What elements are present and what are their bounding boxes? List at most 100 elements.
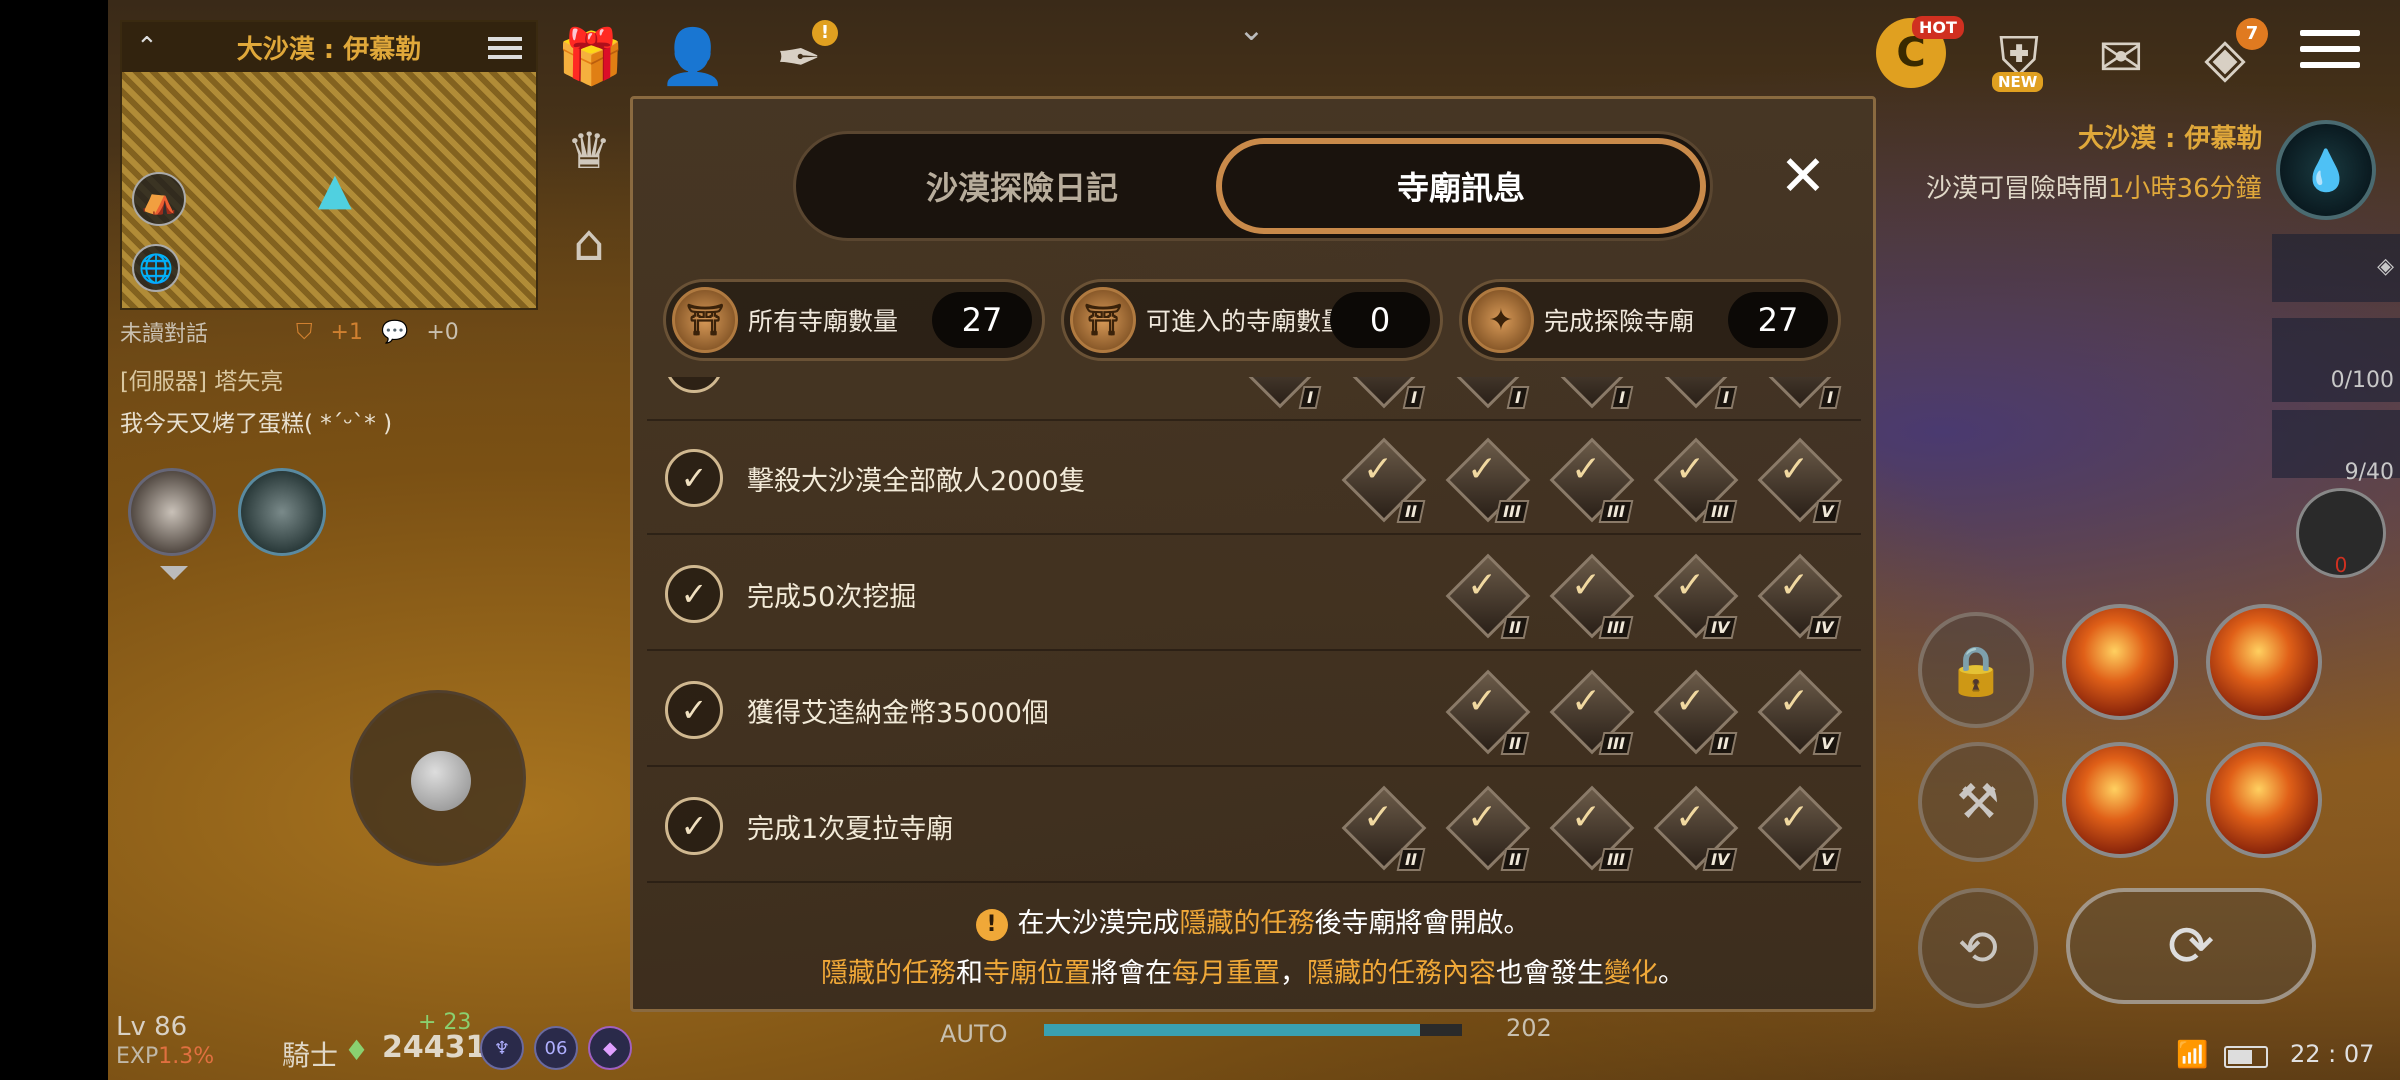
temple-notice: ! 在大沙漠完成隱藏的任務後寺廟將會開啟。 隱藏的任務和寺廟位置將會在每月重置，隱… bbox=[633, 899, 1873, 999]
notice-line-1: ! 在大沙漠完成隱藏的任務後寺廟將會開啟。 bbox=[633, 899, 1873, 949]
mount-icon[interactable]: ⛺ bbox=[132, 172, 186, 226]
notice-text: 和 bbox=[956, 958, 983, 989]
swap-button[interactable]: ⟲ bbox=[1918, 888, 2038, 1008]
skill-button-4[interactable] bbox=[2206, 742, 2322, 858]
home-icon[interactable]: ⌂ bbox=[552, 214, 626, 288]
reward-badge[interactable]: ✓ III bbox=[1545, 433, 1639, 527]
tier-label: I bbox=[1818, 386, 1842, 409]
gift-icon[interactable]: 🎁 bbox=[552, 18, 630, 96]
reward-badge[interactable]: ✓ III bbox=[1441, 433, 1535, 527]
check-icon: ✓ bbox=[1363, 449, 1394, 490]
tracker-toggle[interactable]: ◈ bbox=[2272, 234, 2400, 302]
list-item: ✓ ✓I ✓I ✓I ✓I ✓I ✓I bbox=[647, 377, 1861, 421]
tier-label: III bbox=[1702, 500, 1738, 523]
tier-label: I bbox=[1506, 386, 1530, 409]
combat-power-icon: ♦ bbox=[344, 1034, 370, 1067]
reward-badge[interactable]: ✓I bbox=[1233, 377, 1327, 413]
check-icon: ✓ bbox=[1779, 565, 1810, 606]
reward-badge[interactable]: ✓ V bbox=[1753, 665, 1847, 759]
temple-quest-list[interactable]: ✓ ✓I✓I✓I✓I✓I✓I ✓ 擊殺大沙漠全部敵人2000隻 ✓II✓III✓… bbox=[647, 377, 1861, 885]
check-icon: ✓ bbox=[665, 565, 723, 623]
reward-badge[interactable]: ✓ III bbox=[1545, 549, 1639, 643]
reward-badge[interactable]: ✓ V bbox=[1753, 433, 1847, 527]
water-drop-icon[interactable]: 💧 bbox=[2276, 120, 2376, 220]
check-icon: ✓ bbox=[1675, 681, 1706, 722]
quest-text: 獲得艾逵納金幣35000個 bbox=[747, 698, 1049, 729]
letterbox-left bbox=[0, 0, 108, 1080]
lock-icon: 🔒 bbox=[1946, 642, 2006, 699]
check-icon: ✓ bbox=[1675, 565, 1706, 606]
check-icon: ✓ bbox=[1467, 681, 1498, 722]
crown-icon[interactable]: ♛ bbox=[552, 122, 626, 196]
class-name: 騎士 bbox=[282, 1039, 339, 1072]
minimap[interactable]: ⌃ 大沙漠 : 伊慕勒 ⛺ 🌐 ▲ bbox=[120, 20, 538, 310]
item-slot[interactable]: 0 bbox=[2296, 488, 2386, 578]
joystick-knob[interactable] bbox=[411, 751, 471, 811]
panel-tabs: 沙漠探險日記 寺廟訊息 bbox=[793, 131, 1713, 241]
reward-badge[interactable]: ✓ II bbox=[1337, 433, 1431, 527]
list-icon[interactable] bbox=[488, 32, 522, 62]
virtual-joystick[interactable] bbox=[350, 690, 526, 866]
chevron-down-icon[interactable] bbox=[160, 566, 188, 580]
reward-badge[interactable]: ✓ III bbox=[1545, 781, 1639, 875]
tier-label: II bbox=[1500, 616, 1530, 639]
character-icon[interactable]: 👤 bbox=[654, 18, 732, 96]
minimap-header: ⌃ 大沙漠 : 伊慕勒 bbox=[122, 22, 536, 72]
weapon-swap-button[interactable]: ⚒ bbox=[1918, 742, 2038, 862]
chevron-down-icon[interactable]: ⌄ bbox=[1238, 10, 1265, 48]
reward-badge[interactable]: ✓I bbox=[1441, 377, 1535, 413]
reward-badge[interactable]: ✓ II bbox=[1337, 781, 1431, 875]
tab-temple-info[interactable]: 寺廟訊息 bbox=[1216, 138, 1706, 234]
skill-button-3[interactable] bbox=[2062, 742, 2178, 858]
combat-power-delta: + 23 bbox=[418, 1010, 472, 1035]
auto-label[interactable]: AUTO bbox=[940, 1020, 1008, 1048]
buff-icon[interactable]: ◆ bbox=[588, 1026, 632, 1070]
pet-portrait[interactable] bbox=[238, 468, 326, 556]
tracker-kills[interactable]: 0/100 bbox=[2272, 318, 2400, 402]
reward-badge[interactable]: ✓ IV bbox=[1649, 781, 1743, 875]
reward-badge[interactable]: ✓I bbox=[1753, 377, 1847, 413]
reward-badge[interactable]: ✓ II bbox=[1441, 665, 1535, 759]
auto-attack-button[interactable]: ⟳ bbox=[2066, 888, 2316, 1004]
stat-label: 完成探險寺廟 bbox=[1544, 307, 1695, 336]
tab-desert-diary[interactable]: 沙漠探險日記 bbox=[802, 138, 1242, 234]
buff-level-icon[interactable]: 06 bbox=[534, 1026, 578, 1070]
chat-header: 未讀對話 ⛉ +1 💬 +0 bbox=[120, 316, 540, 348]
tier-label: V bbox=[1812, 732, 1842, 755]
menu-icon[interactable] bbox=[2300, 30, 2360, 76]
reward-badge[interactable]: ✓ II bbox=[1441, 549, 1535, 643]
reward-badge[interactable]: ✓ V bbox=[1753, 781, 1847, 875]
reward-badge[interactable]: ✓ II bbox=[1441, 781, 1535, 875]
warning-icon: ! bbox=[975, 908, 1008, 941]
party-member-portrait[interactable] bbox=[128, 468, 216, 556]
reward-badge[interactable]: ✓ III bbox=[1545, 665, 1639, 759]
globe-icon[interactable]: 🌐 bbox=[132, 244, 180, 292]
guild-icon[interactable]: ♆ bbox=[480, 1026, 524, 1070]
chevron-up-icon[interactable]: ⌃ bbox=[136, 32, 158, 62]
skill-button-1[interactable] bbox=[2062, 604, 2178, 720]
check-icon: ✓ bbox=[1779, 449, 1810, 490]
reward-badge[interactable]: ✓I bbox=[1545, 377, 1639, 413]
adventure-time-value: 1小時36分鐘 bbox=[2108, 174, 2262, 204]
chat-sender-line: [伺服器] 塔矢亮 bbox=[120, 362, 540, 396]
reward-badge[interactable]: ✓ IV bbox=[1649, 549, 1743, 643]
stat-label: 所有寺廟數量 bbox=[748, 307, 899, 336]
reward-badge[interactable]: ✓I bbox=[1649, 377, 1743, 413]
reward-badge[interactable]: ✓ II bbox=[1649, 665, 1743, 759]
list-item: ✓ 完成1次夏拉寺廟 ✓ II ✓ II ✓ III ✓ IV ✓ V bbox=[647, 769, 1861, 883]
notice-highlight: 每月重置 bbox=[1172, 958, 1280, 989]
tier-label: IV bbox=[1806, 616, 1842, 639]
reward-badge[interactable]: ✓ III bbox=[1649, 433, 1743, 527]
unread-label: 未讀對話 bbox=[120, 322, 209, 347]
check-icon: ✓ bbox=[1675, 449, 1706, 490]
close-icon[interactable]: ✕ bbox=[1773, 147, 1833, 207]
locked-skill-slot[interactable]: 🔒 bbox=[1918, 612, 2034, 728]
mailbox-icon[interactable]: ✉ bbox=[2082, 18, 2160, 96]
chat-panel[interactable]: 未讀對話 ⛉ +1 💬 +0 [伺服器] 塔矢亮 我今天又烤了蛋糕( *´ᵕ`*… bbox=[120, 316, 540, 438]
reward-badge[interactable]: ✓ IV bbox=[1753, 549, 1847, 643]
tracker-second[interactable]: 9/40 bbox=[2272, 410, 2400, 485]
reward-badge[interactable]: ✓I bbox=[1337, 377, 1431, 413]
skill-button-2[interactable] bbox=[2206, 604, 2322, 720]
tier-label: II bbox=[1500, 732, 1530, 755]
exp-bar-label: 202 bbox=[1506, 1014, 1552, 1042]
